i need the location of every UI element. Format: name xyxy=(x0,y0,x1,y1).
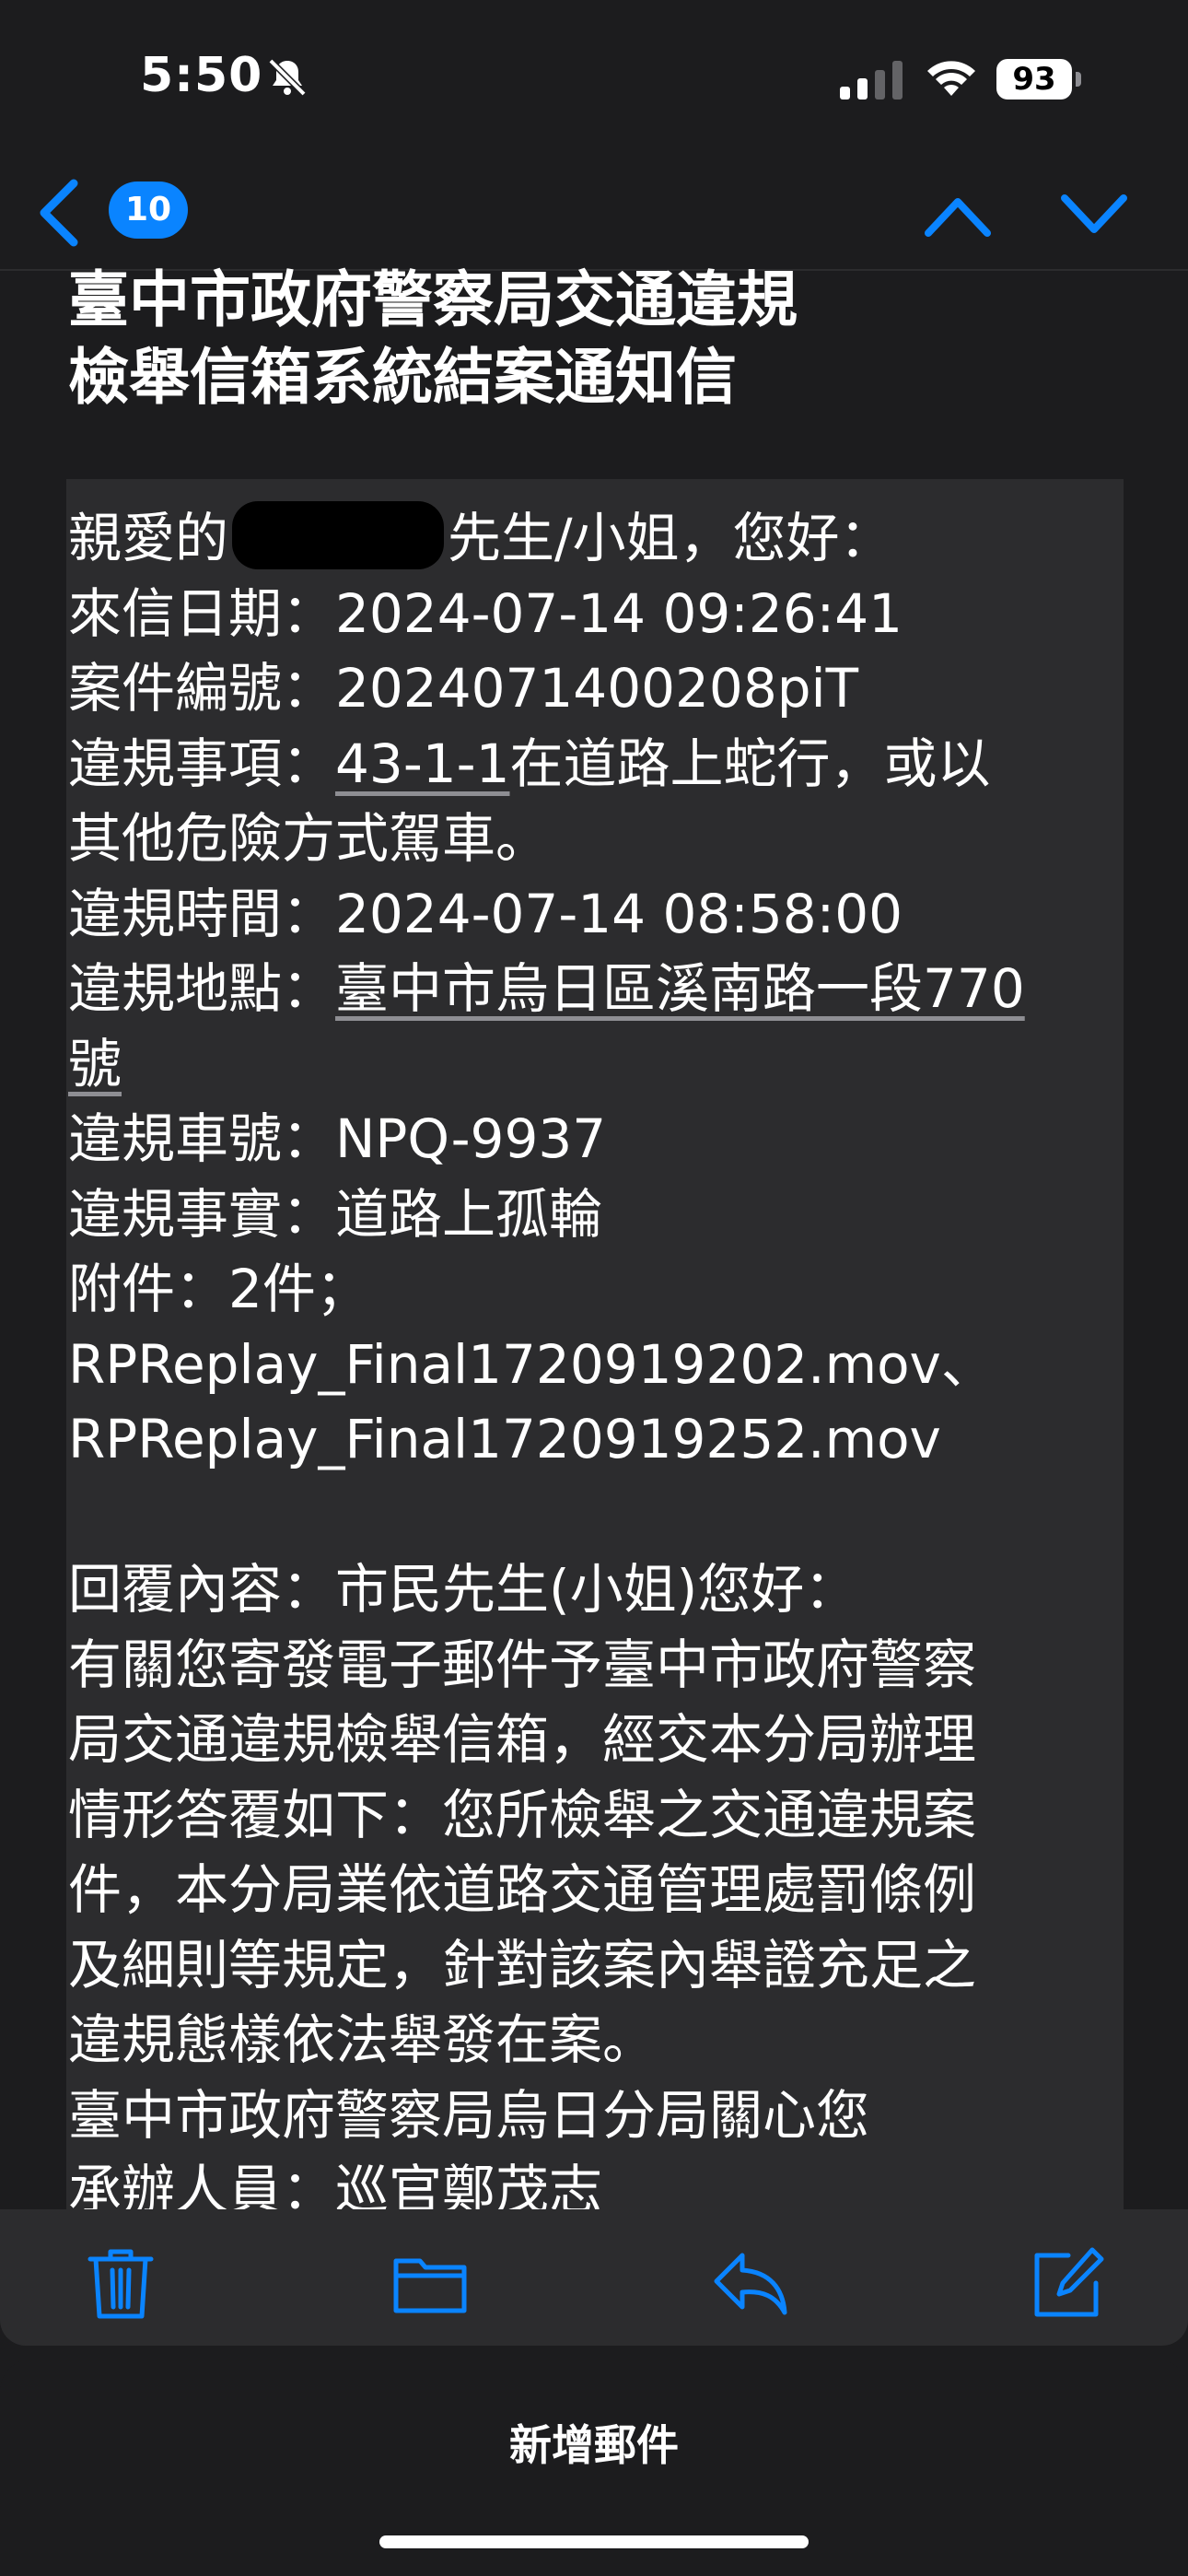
email-body: 親愛的 先生/小姐，您好： 來信日期：2024-07-14 09:26:41 案件… xyxy=(68,501,1118,2229)
next-message-icon[interactable] xyxy=(1057,189,1131,240)
email-subject: 臺中市政府警察局交通違規 檢舉信箱系統結案通知信 xyxy=(68,264,798,413)
status-bar: 5:50 93 xyxy=(0,0,1188,161)
reply-icon[interactable] xyxy=(709,2242,788,2322)
back-chevron-icon[interactable] xyxy=(33,176,88,250)
reply-line-8: 臺中市政府警察局烏日分局關心您 xyxy=(68,2083,870,2147)
reply-line-7: 違規態樣依法舉發在案。 xyxy=(68,2008,657,2071)
folder-icon[interactable] xyxy=(390,2242,470,2322)
reply-line-1: 回覆內容：市民先生(小姐)您好： xyxy=(68,1558,858,1621)
compose-icon[interactable] xyxy=(1028,2242,1107,2322)
plate-line: 違規車號：NPQ-9937 xyxy=(68,1107,607,1170)
attachment-line: 附件：2件； xyxy=(68,1258,369,1320)
previous-message-icon[interactable] xyxy=(921,189,995,240)
fact-line: 違規事實：道路上孤輪 xyxy=(68,1182,603,1246)
battery-tip xyxy=(1076,72,1081,87)
violation-item-cont: 其他危險方式駕車。 xyxy=(68,807,550,870)
trash-icon[interactable] xyxy=(81,2242,160,2322)
greeting-prefix: 親愛的 xyxy=(68,507,229,569)
attachment-file-1: RPReplay_Final1720919202.mov、 xyxy=(68,1332,995,1396)
reply-line-5: 件，本分局業依道路交通管理處罰條例 xyxy=(68,1858,977,1921)
battery-level: 93 xyxy=(996,59,1072,100)
unread-count-badge[interactable]: 10 xyxy=(109,181,188,239)
new-mail-title[interactable]: 新增郵件 xyxy=(0,2412,1188,2473)
attachment-file-2: RPReplay_Final1720919252.mov xyxy=(68,1408,941,1470)
bell-muted-icon xyxy=(268,58,307,97)
status-time: 5:50 xyxy=(140,48,263,103)
greeting-line: 親愛的 先生/小姐，您好： xyxy=(68,501,1118,577)
reply-line-6: 及細則等規定，針對該案內舉證充足之 xyxy=(68,1933,977,1996)
greeting-suffix: 先生/小姐，您好： xyxy=(448,507,893,569)
home-indicator xyxy=(379,2535,809,2548)
battery-indicator: 93 xyxy=(996,59,1081,100)
address-link[interactable]: 臺中市烏日區溪南路一段770 xyxy=(335,957,1025,1020)
case-number-line: 案件編號：2024071400208piT xyxy=(68,657,859,720)
reply-line-2: 有關您寄發電子郵件予臺中市政府警察 xyxy=(68,1633,977,1696)
violation-code-link[interactable]: 43-1-1 xyxy=(335,732,509,795)
violation-time-line: 違規時間：2024-07-14 08:58:00 xyxy=(68,882,903,945)
cellular-signal-icon xyxy=(840,61,903,100)
violation-item-line: 違規事項：43-1-1在道路上蛇行，或以 xyxy=(68,727,1118,802)
reply-line-4: 情形答覆如下：您所檢舉之交通違規案 xyxy=(68,1783,977,1846)
violation-place-line: 違規地點：臺中市烏日區溪南路一段770 xyxy=(68,952,1118,1027)
date-line: 來信日期：2024-07-14 09:26:41 xyxy=(68,581,903,645)
violation-item-label: 違規事項： xyxy=(68,732,336,795)
bottom-toolbar xyxy=(0,2209,1188,2346)
redacted-name xyxy=(232,501,445,569)
violation-place-cont: 號 xyxy=(68,1027,1118,1103)
violation-place-label: 違規地點： xyxy=(68,957,336,1020)
wifi-icon xyxy=(927,61,975,96)
reply-line-3: 局交通違規檢舉信箱，經交本分局辦理 xyxy=(68,1708,977,1771)
violation-item-text: 在道路上蛇行，或以 xyxy=(509,732,991,795)
address-link-cont[interactable]: 號 xyxy=(68,1033,122,1095)
